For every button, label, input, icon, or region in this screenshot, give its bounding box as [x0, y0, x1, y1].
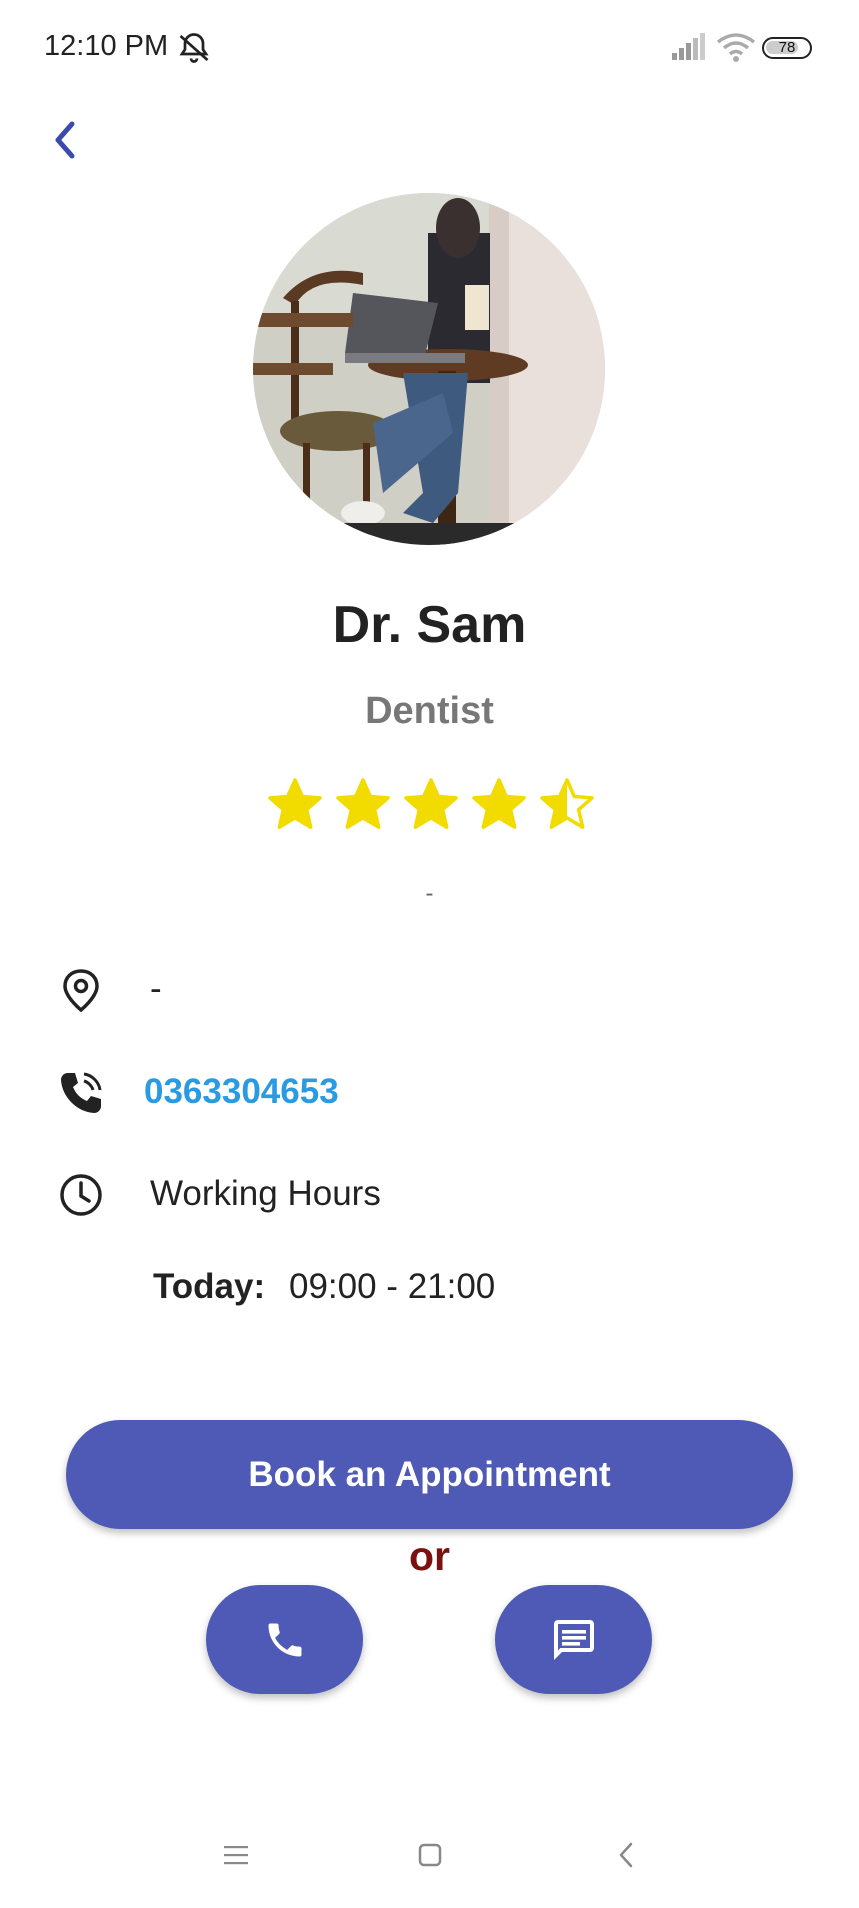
working-hours-row: Working Hours	[0, 1160, 859, 1230]
star-full-icon	[472, 778, 526, 829]
working-hours-label: Working Hours	[150, 1174, 381, 1213]
status-bar: 12:10 PM 78	[0, 0, 859, 100]
chevron-left-icon	[619, 1842, 633, 1868]
doctor-specialty: Dentist	[365, 690, 494, 732]
profile-photo	[253, 193, 605, 545]
location-pin-icon	[63, 969, 99, 1013]
phone-call-icon	[61, 1072, 102, 1113]
recents-button[interactable]	[206, 1830, 266, 1880]
signal-icon	[672, 33, 705, 60]
doctor-profile-screen: 12:10 PM 78 Dr. Sam Dentist - - 03633046…	[0, 0, 859, 1908]
chevron-left-icon	[55, 121, 75, 159]
doctor-name: Dr. Sam	[332, 596, 527, 654]
rating-caption: -	[425, 880, 434, 907]
star-half-icon	[540, 778, 594, 829]
location-text: -	[150, 969, 162, 1008]
phone-row: 0363304653	[0, 1058, 859, 1128]
system-nav-bar	[0, 1830, 859, 1880]
message-icon	[553, 1619, 594, 1660]
star-full-icon	[336, 778, 390, 829]
phone-number-link[interactable]: 0363304653	[144, 1072, 339, 1112]
phone-icon	[268, 1623, 301, 1656]
or-separator: or	[409, 1533, 450, 1579]
message-button[interactable]	[495, 1585, 652, 1694]
status-time: 12:10 PM	[44, 30, 169, 62]
clock-icon	[60, 1174, 102, 1216]
call-button[interactable]	[206, 1585, 363, 1694]
rating-stars	[266, 776, 596, 842]
today-label: Today:	[153, 1267, 266, 1306]
home-button[interactable]	[400, 1830, 460, 1880]
battery-level: 78	[778, 39, 796, 56]
avatar	[253, 193, 605, 545]
star-full-icon	[268, 778, 322, 829]
menu-icon	[224, 1846, 248, 1865]
wifi-icon	[716, 33, 756, 62]
today-hours: 09:00 - 21:00	[289, 1267, 496, 1306]
battery-icon: 78	[762, 37, 812, 59]
square-icon	[418, 1843, 442, 1867]
star-full-icon	[404, 778, 458, 829]
back-button[interactable]	[40, 115, 88, 165]
location-row: -	[0, 955, 859, 1025]
book-appointment-button[interactable]: Book an Appointment	[66, 1420, 793, 1529]
bell-off-icon	[179, 33, 209, 63]
system-back-button[interactable]	[596, 1830, 656, 1880]
